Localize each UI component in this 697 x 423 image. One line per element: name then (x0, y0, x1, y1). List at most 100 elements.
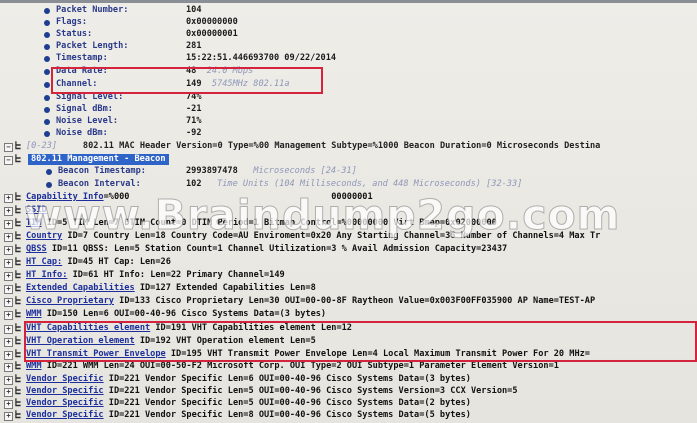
expand-toggle-icon[interactable]: + (4, 325, 13, 334)
element-row-cisco-proprietary[interactable]: + ᖶ Cisco Proprietary ID=133 Cisco Propr… (0, 296, 697, 307)
tree-node-icon: ᖶ (15, 231, 21, 242)
mac-header-text: [0-23] 802.11 MAC Header Version=0 Type=… (26, 141, 601, 151)
bullet-icon (44, 44, 50, 50)
bullet-icon (44, 8, 50, 14)
element-row-qbss[interactable]: + ᖶ QBSS ID=11 QBSS: Len=5 Station Count… (0, 244, 697, 255)
highlight-box-vht-elements (24, 321, 697, 362)
element-row-vendor-specific-3[interactable]: + ᖶ Vendor Specific ID=221 Vendor Specif… (0, 398, 697, 409)
tree-node-icon: ᖶ (15, 244, 21, 255)
field-value: 0x00000001 (186, 29, 238, 39)
element-name: HT Cap: (26, 257, 63, 267)
tree-node-icon: ᖶ (15, 296, 21, 307)
element-name: Vendor Specific (26, 398, 104, 408)
bullet-icon (44, 69, 50, 75)
tree-node-icon: ᖶ (15, 205, 21, 216)
management-beacon-label: 802.11 Management - Beacon (28, 154, 169, 165)
field-label: Noise dBm: (56, 128, 108, 138)
element-name: Cisco Proprietary (26, 296, 114, 306)
expand-toggle-icon[interactable]: + (4, 233, 13, 242)
field-value: -21 (186, 104, 202, 114)
tree-node-icon: ᖶ (15, 192, 21, 203)
field-label: Noise Level: (56, 116, 119, 126)
element-row-wmm-221[interactable]: + ᖶ WMM ID=221 WMM Len=24 OUI=00-50-F2 M… (0, 361, 697, 372)
expand-toggle-icon[interactable]: + (4, 285, 13, 294)
tree-node-icon: ᖶ (15, 398, 21, 409)
field-row-timestamp[interactable]: Timestamp: 15:22:51.446693700 09/22/2014 (0, 53, 697, 64)
expand-toggle-icon[interactable]: + (4, 259, 13, 268)
field-value: -92 (186, 128, 202, 138)
field-label: Timestamp: (56, 53, 108, 63)
expand-toggle-icon[interactable]: + (4, 207, 13, 216)
element-row-vendor-specific-2[interactable]: + ᖶ Vendor Specific ID=221 Vendor Specif… (0, 386, 697, 397)
element-row-wmm-150[interactable]: + ᖶ WMM ID=150 Len=6 OUI=00-40-96 Cisco … (0, 309, 697, 320)
expand-toggle-icon[interactable]: + (4, 298, 13, 307)
element-name: Vendor Specific (26, 386, 104, 396)
tree-node-icon: ᖶ (15, 349, 21, 360)
expand-toggle-icon[interactable]: + (4, 412, 13, 421)
bullet-icon (44, 56, 50, 62)
expand-toggle-icon[interactable]: + (4, 351, 13, 360)
highlight-box-rate-channel (51, 67, 323, 94)
expand-toggle-icon[interactable]: + (4, 388, 13, 397)
packet-decode-window: Packet Number: 104 Flags: 0x00000000 Sta… (0, 0, 697, 423)
expand-toggle-icon[interactable]: + (4, 376, 13, 385)
tree-node-icon: ᖶ (15, 323, 21, 334)
beacon-timestamp-row[interactable]: Beacon Timestamp: 2993897478 Microsecond… (0, 166, 697, 177)
expand-toggle-icon[interactable]: + (4, 338, 13, 347)
field-label: Status: (56, 29, 93, 39)
expand-toggle-icon[interactable]: + (4, 194, 13, 203)
bullet-icon (44, 119, 50, 125)
field-row-noise-dbm[interactable]: Noise dBm: -92 (0, 128, 697, 139)
expand-toggle-icon[interactable]: + (4, 246, 13, 255)
tree-node-icon: ᖶ (15, 336, 21, 347)
expand-toggle-icon[interactable]: + (4, 272, 13, 281)
expand-toggle-icon[interactable]: + (4, 311, 13, 320)
field-row-flags[interactable]: Flags: 0x00000000 (0, 17, 697, 28)
field-label: Packet Number: (56, 5, 129, 15)
expand-toggle-icon[interactable]: + (4, 400, 13, 409)
tree-node-icon: ᖶ (15, 154, 21, 165)
collapse-toggle-icon[interactable]: − (4, 143, 13, 152)
bullet-icon (44, 20, 50, 26)
field-value: 104 (186, 5, 202, 15)
beacon-interval-row[interactable]: Beacon Interval: 102 Time Units (104 Mil… (0, 179, 697, 190)
bullet-icon (46, 169, 52, 175)
collapse-toggle-icon[interactable]: − (4, 156, 13, 165)
bullet-icon (44, 131, 50, 137)
element-row-vendor-specific-1[interactable]: + ᖶ Vendor Specific ID=221 Vendor Specif… (0, 374, 697, 385)
tree-node-icon: ᖶ (15, 218, 21, 229)
element-name: Vendor Specific (26, 374, 104, 384)
tree-node-icon: ᖶ (15, 386, 21, 397)
bullet-icon (44, 32, 50, 38)
field-value: 15:22:51.446693700 09/22/2014 (186, 53, 337, 63)
field-label: Signal dBm: (56, 104, 113, 114)
window-top-border (0, 0, 697, 3)
field-row-packet-number[interactable]: Packet Number: 104 (0, 5, 697, 16)
tree-node-icon: ᖶ (15, 270, 21, 281)
field-row-signal-dbm[interactable]: Signal dBm: -21 (0, 104, 697, 115)
field-row-noise-level[interactable]: Noise Level: 71% (0, 116, 697, 127)
element-row-extended-capabilities[interactable]: + ᖶ Extended Capabilities ID=127 Extende… (0, 283, 697, 294)
element-row-ht-info[interactable]: + ᖶ HT Info: ID=61 HT Info: Len=22 Prima… (0, 270, 697, 281)
tree-node-icon: ᖶ (15, 410, 21, 421)
bullet-icon (44, 95, 50, 101)
element-name: WMM (26, 309, 42, 319)
field-row-packet-length[interactable]: Packet Length: 281 (0, 41, 697, 52)
field-label: Beacon Timestamp: (58, 166, 146, 176)
tree-node-icon: ᖶ (15, 141, 21, 152)
field-value: 281 (186, 41, 202, 51)
tree-node-icon: ᖶ (15, 257, 21, 268)
management-beacon-row[interactable]: − ᖶ 802.11 Management - Beacon (0, 154, 697, 165)
tree-node-icon: ᖶ (15, 309, 21, 320)
tree-node-icon: ᖶ (15, 361, 21, 372)
field-value: 2993897478 Microseconds [24-31] (186, 166, 357, 176)
element-name: Vendor Specific (26, 410, 104, 420)
element-row-ht-cap[interactable]: + ᖶ HT Cap: ID=45 HT Cap: Len=26 (0, 257, 697, 268)
expand-toggle-icon[interactable]: + (4, 363, 13, 372)
expand-toggle-icon[interactable]: + (4, 220, 13, 229)
field-row-status[interactable]: Status: 0x00000001 (0, 29, 697, 40)
mac-header-row[interactable]: − ᖶ [0-23] 802.11 MAC Header Version=0 T… (0, 141, 697, 152)
element-row-vendor-specific-4[interactable]: + ᖶ Vendor Specific ID=221 Vendor Specif… (0, 410, 697, 421)
field-value: 102 Time Units (104 Milliseconds, and 44… (186, 179, 523, 189)
element-name: HT Info: (26, 270, 68, 280)
